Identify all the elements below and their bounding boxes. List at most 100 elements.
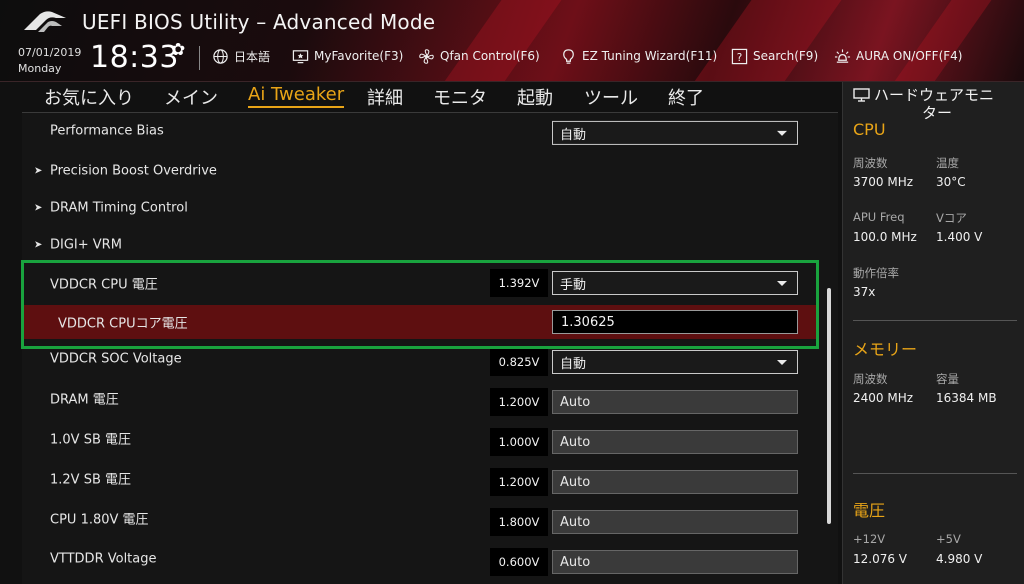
search-label: Search(F9)	[753, 49, 819, 63]
app-title: UEFI BIOS Utility – Advanced Mode	[82, 10, 436, 34]
setting-row-vddcr-soc-voltage[interactable]: VDDCR SOC Voltage 0.825V 自動	[22, 344, 822, 380]
lightbulb-icon	[563, 48, 574, 64]
language-button[interactable]: 日本語	[212, 47, 270, 65]
current-voltage-readout: 0.600V	[490, 548, 548, 576]
svg-text:?: ?	[737, 51, 743, 63]
gear-icon[interactable]: ✿	[171, 40, 185, 60]
setting-row-dram-voltage[interactable]: DRAM 電圧 1.200V Auto	[22, 384, 822, 420]
tab-ai-tweaker[interactable]: Ai Tweaker	[248, 84, 345, 108]
memory-freq-value: 2400 MHz	[853, 391, 914, 405]
setting-label: CPU 1.80V 電圧	[50, 512, 149, 528]
field-value: Auto	[560, 554, 591, 570]
select-value: 自動	[560, 127, 587, 143]
cpu-section-title: CPU	[853, 120, 886, 139]
1-0v-sb-voltage-field[interactable]: Auto	[552, 430, 798, 454]
header-decoration	[881, 0, 999, 81]
input-value: 1.30625	[561, 314, 615, 330]
setting-label: VDDCR CPU 電圧	[50, 277, 158, 293]
setting-row-vddcr-cpu-core-voltage[interactable]: VDDCR CPUコア電圧 1.30625	[22, 305, 816, 339]
tab-tool[interactable]: ツール	[584, 84, 638, 110]
cpu-temp-value: 30°C	[936, 175, 966, 189]
apu-freq-label: APU Freq	[853, 210, 905, 224]
chevron-right-icon: ➤	[34, 202, 43, 214]
ratio-label: 動作倍率	[853, 266, 899, 280]
submenu-dram-timing-control[interactable]: ➤ DRAM Timing Control	[22, 190, 822, 226]
setting-row-performance-bias[interactable]: Performance Bias 自動	[22, 113, 822, 149]
tab-advanced[interactable]: 詳細	[367, 84, 403, 110]
vddcr-cpu-voltage-select[interactable]: 手動	[552, 271, 798, 295]
setting-label: DIGI+ VRM	[50, 237, 122, 253]
setting-label: VDDCR SOC Voltage	[50, 351, 182, 367]
setting-label: VTTDDR Voltage	[50, 551, 157, 567]
fan-icon	[419, 48, 434, 64]
current-voltage-readout: 1.392V	[490, 269, 548, 297]
tab-favorites[interactable]: お気に入り	[44, 84, 134, 110]
v12-value: 12.076 V	[853, 552, 908, 566]
chevron-down-icon	[777, 360, 787, 365]
date-display: 07/01/2019	[18, 46, 82, 59]
select-value: 手動	[560, 277, 587, 293]
aura-toggle-button[interactable]: AURA ON/OFF(F4)	[834, 47, 962, 65]
chevron-right-icon: ➤	[34, 165, 43, 177]
submenu-digi-vrm[interactable]: ➤ DIGI+ VRM	[22, 227, 822, 263]
aura-icon	[834, 48, 851, 63]
vddcr-cpu-core-voltage-input[interactable]: 1.30625	[552, 310, 798, 334]
field-value: Auto	[560, 394, 591, 410]
cpu-freq-label: 周波数	[853, 156, 888, 170]
memory-section-title: メモリー	[853, 340, 918, 359]
1-2v-sb-voltage-field[interactable]: Auto	[552, 470, 798, 494]
setting-row-cpu-1-80v-voltage[interactable]: CPU 1.80V 電圧 1.800V Auto	[22, 504, 822, 540]
tab-boot[interactable]: 起動	[517, 84, 553, 110]
star-monitor-icon	[292, 49, 309, 63]
setting-row-1-2v-sb-voltage[interactable]: 1.2V SB 電圧 1.200V Auto	[22, 464, 822, 500]
chevron-down-icon	[777, 130, 787, 136]
performance-bias-select[interactable]: 自動	[552, 120, 798, 145]
monitor-title-line1: ハードウェアモニ	[874, 86, 995, 104]
memory-capacity-label: 容量	[936, 372, 959, 386]
current-voltage-readout: 1.800V	[490, 508, 548, 536]
apu-freq-value: 100.0 MHz	[853, 230, 917, 244]
vttddr-voltage-field[interactable]: Auto	[552, 550, 798, 574]
ez-tuning-wizard-button[interactable]: EZ Tuning Wizard(F11)	[560, 47, 717, 65]
menu-bar: お気に入り メイン Ai Tweaker 詳細 モニタ 起動 ツール 終了	[22, 82, 838, 112]
current-voltage-readout: 0.825V	[490, 348, 548, 376]
v12-label: +12V	[853, 532, 886, 546]
setting-label: 1.2V SB 電圧	[50, 472, 132, 488]
search-button[interactable]: ? Search(F9)	[731, 47, 818, 65]
setting-row-vttddr-voltage[interactable]: VTTDDR Voltage 0.600V Auto	[22, 544, 822, 580]
aura-toggle-label: AURA ON/OFF(F4)	[856, 49, 963, 63]
ratio-value: 37x	[853, 285, 876, 299]
select-value: 自動	[560, 356, 587, 372]
field-value: Auto	[560, 514, 591, 530]
monitor-icon	[853, 88, 870, 102]
qfan-control-button[interactable]: Qfan Control(F6)	[418, 47, 540, 65]
tab-main[interactable]: メイン	[164, 84, 218, 110]
settings-panel: Performance Bias 自動 ➤ Precision Boost Ov…	[22, 113, 838, 584]
ez-tuning-wizard-label: EZ Tuning Wizard(F11)	[582, 49, 718, 63]
dram-voltage-field[interactable]: Auto	[552, 390, 798, 414]
myfavorite-button[interactable]: MyFavorite(F3)	[292, 47, 403, 65]
header-separator	[199, 46, 200, 70]
day-display: Monday	[18, 62, 62, 75]
memory-capacity-value: 16384 MB	[936, 391, 997, 405]
header-bar: UEFI BIOS Utility – Advanced Mode 07/01/…	[0, 0, 1024, 82]
memory-freq-label: 周波数	[853, 372, 888, 386]
myfavorite-label: MyFavorite(F3)	[314, 49, 404, 63]
setting-row-vddcr-cpu-voltage[interactable]: VDDCR CPU 電圧 1.392V 手動	[22, 265, 822, 301]
cpu-1-80v-voltage-field[interactable]: Auto	[552, 510, 798, 534]
setting-label: Precision Boost Overdrive	[50, 163, 217, 179]
v5-value: 4.980 V	[936, 552, 983, 566]
v5-label: +5V	[936, 532, 961, 546]
vddcr-soc-voltage-select[interactable]: 自動	[552, 350, 798, 374]
cpu-freq-value: 3700 MHz	[853, 175, 914, 189]
clock-display[interactable]: 18:33	[90, 40, 179, 75]
setting-row-1-0v-sb-voltage[interactable]: 1.0V SB 電圧 1.000V Auto	[22, 424, 822, 460]
section-divider	[853, 473, 1017, 474]
setting-label: 1.0V SB 電圧	[50, 432, 132, 448]
scrollbar-thumb[interactable]	[827, 288, 831, 524]
tab-exit[interactable]: 終了	[668, 84, 704, 110]
tab-monitor[interactable]: モニタ	[433, 84, 487, 110]
setting-label: DRAM 電圧	[50, 392, 119, 408]
submenu-precision-boost-overdrive[interactable]: ➤ Precision Boost Overdrive	[22, 153, 822, 189]
header-decoration	[431, 0, 569, 81]
